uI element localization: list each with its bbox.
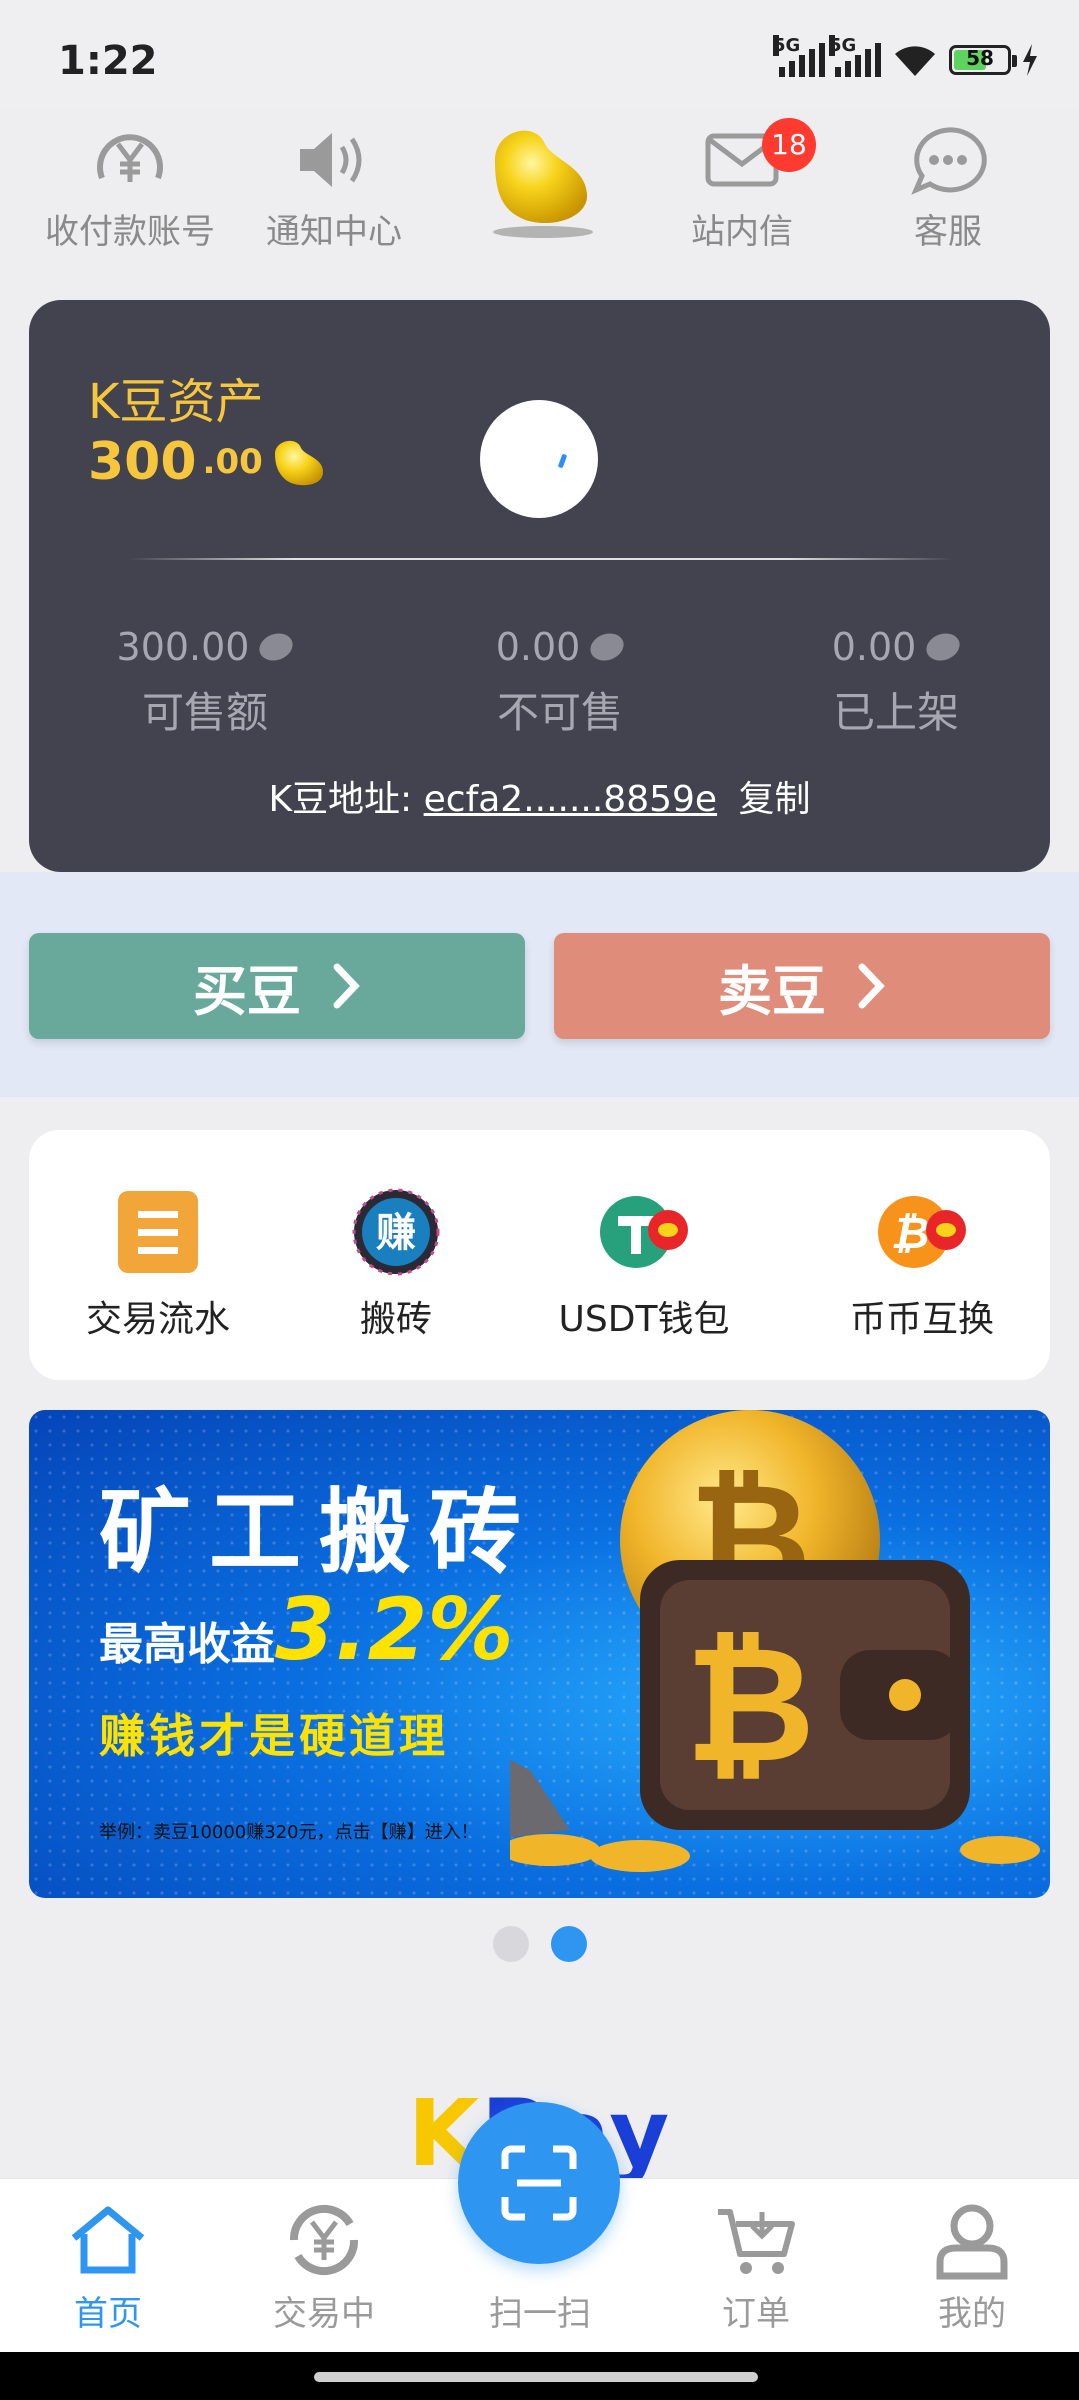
asset-amount-dec: .00 xyxy=(202,442,263,482)
golden-bean-icon xyxy=(274,440,323,486)
asset-amount: 300.00 xyxy=(88,432,329,492)
wifi-icon xyxy=(895,46,935,76)
banner-note: 举例：卖豆10000赚320元，点击【赚】进入！ xyxy=(99,1822,479,1843)
copy-address-button[interactable]: 复制 xyxy=(739,779,811,820)
nav-label: 站内信 xyxy=(691,212,793,252)
tab-label: 首页 xyxy=(74,2294,142,2334)
fn-coin-swap[interactable]: ₿ 币币互换 xyxy=(812,1188,1032,1342)
loading-spinner xyxy=(480,400,598,518)
svg-text:赚: 赚 xyxy=(376,1210,416,1256)
stat-label: 不可售 xyxy=(496,688,623,737)
coin-swap-icon: ₿ xyxy=(878,1196,966,1268)
earn-icon: 赚 xyxy=(352,1188,440,1276)
speaker-icon xyxy=(300,133,362,187)
nav-label: 通知中心 xyxy=(266,212,402,252)
pager-dot[interactable] xyxy=(492,1926,529,1962)
tab-label: 扫一扫 xyxy=(489,2294,591,2334)
stat-unavailable: 0.00 不可售 xyxy=(470,625,650,740)
user-icon xyxy=(936,2204,1008,2280)
banner-slogan: 赚钱才是硬道理 xyxy=(99,1709,449,1763)
tab-mine[interactable]: 我的 xyxy=(892,2198,1052,2335)
stat-listed: 0.00 已上架 xyxy=(806,625,986,740)
fn-transaction-history[interactable]: 交易流水 xyxy=(48,1188,268,1342)
stat-value: 0.00 xyxy=(495,625,581,669)
chat-bubble-icon xyxy=(911,127,987,195)
fn-label: 交易流水 xyxy=(85,1299,230,1340)
card-divider xyxy=(128,558,953,560)
nav-label: 客服 xyxy=(914,212,982,252)
tab-label: 我的 xyxy=(938,2294,1006,2334)
home-icon xyxy=(71,2206,145,2274)
nav-logo[interactable] xyxy=(450,120,630,240)
stat-value: 0.00 xyxy=(831,625,917,669)
fn-label: USDT钱包 xyxy=(558,1299,730,1340)
pager-dot-active[interactable] xyxy=(550,1926,587,1962)
svg-text:₿: ₿ xyxy=(891,1208,930,1259)
tab-scan[interactable]: 扫一扫 xyxy=(460,2282,620,2335)
banner-subtitle: 最高收益3.2% xyxy=(99,1580,514,1680)
banner-title: 矿工搬砖 xyxy=(99,1479,540,1586)
chevron-right-icon xyxy=(858,963,885,1009)
buy-bean-button[interactable]: 买豆 xyxy=(29,933,525,1039)
nav-inbox[interactable]: 18 站内信 xyxy=(652,118,832,253)
status-icons: 5G 5G 58 xyxy=(773,35,1039,80)
bean-icon xyxy=(586,628,628,666)
home-indicator[interactable] xyxy=(314,2372,758,2382)
tab-trading[interactable]: 交易中 xyxy=(244,2198,404,2335)
fn-earn[interactable]: 赚 搬砖 xyxy=(286,1188,506,1342)
asset-amount-int: 300 xyxy=(88,432,197,492)
top-nav: 收付款账号 通知中心 18 站内信 客服 xyxy=(0,118,1079,260)
banner-rate: 3.2% xyxy=(275,1580,514,1680)
signal-icon-2: 5G xyxy=(829,35,881,77)
scan-icon xyxy=(501,2145,577,2221)
fn-label: 搬砖 xyxy=(359,1299,432,1340)
yen-circle-icon xyxy=(97,134,163,182)
signal-type-1: 5G xyxy=(773,35,801,56)
signal-type-2: 5G xyxy=(829,35,857,56)
scan-button[interactable] xyxy=(458,2102,620,2264)
ledger-icon xyxy=(118,1191,198,1273)
bitcoin-wallet-illustration: ₿ ₿ xyxy=(510,1410,1040,1872)
status-time: 1:22 xyxy=(58,38,158,84)
nav-payment-account[interactable]: 收付款账号 xyxy=(40,120,220,253)
tab-label: 订单 xyxy=(722,2294,790,2334)
cart-icon xyxy=(718,2209,795,2274)
battery-level: 58 xyxy=(966,46,994,70)
golden-bean-logo xyxy=(493,130,593,238)
buy-label: 买豆 xyxy=(193,959,301,1023)
bean-address: K豆地址: ecfa2.......8859e 复制 xyxy=(0,770,1079,822)
address-label: K豆地址: xyxy=(268,779,424,820)
charging-icon xyxy=(1023,44,1037,76)
asset-title: K豆资产 xyxy=(88,374,264,430)
tab-label: 交易中 xyxy=(273,2294,375,2334)
sell-bean-button[interactable]: 卖豆 xyxy=(554,933,1050,1039)
signal-icon: 5G xyxy=(773,35,825,77)
yen-refresh-icon xyxy=(289,2204,359,2276)
nav-notification-center[interactable]: 通知中心 xyxy=(244,120,424,253)
sell-label: 卖豆 xyxy=(718,959,826,1023)
bean-icon xyxy=(922,628,964,666)
stat-label: 已上架 xyxy=(832,688,959,737)
battery-icon: 58 xyxy=(949,45,1017,75)
stat-value: 300.00 xyxy=(116,625,250,669)
address-value[interactable]: ecfa2.......8859e xyxy=(424,779,717,820)
promo-banner[interactable]: 矿工搬砖 最高收益3.2% 赚钱才是硬道理 举例：卖豆10000赚320元，点击… xyxy=(29,1410,1050,1898)
unread-badge: 18 xyxy=(762,118,816,172)
tab-home[interactable]: 首页 xyxy=(28,2198,188,2335)
banner-sub-prefix: 最高收益 xyxy=(99,1619,275,1670)
usdt-wallet-icon xyxy=(600,1196,688,1268)
chevron-right-icon xyxy=(333,963,360,1009)
nav-customer-service[interactable]: 客服 xyxy=(858,120,1038,253)
stat-label: 可售额 xyxy=(141,688,268,737)
banner-pager xyxy=(0,1926,1079,1962)
tab-orders[interactable]: 订单 xyxy=(676,2198,836,2335)
fn-label: 币币互换 xyxy=(849,1299,994,1340)
bean-icon xyxy=(256,628,297,666)
fn-usdt-wallet[interactable]: USDT钱包 xyxy=(534,1188,754,1342)
stat-available: 300.00 可售额 xyxy=(100,625,310,740)
svg-text:₿: ₿ xyxy=(685,1611,815,1798)
nav-label: 收付款账号 xyxy=(45,212,215,252)
